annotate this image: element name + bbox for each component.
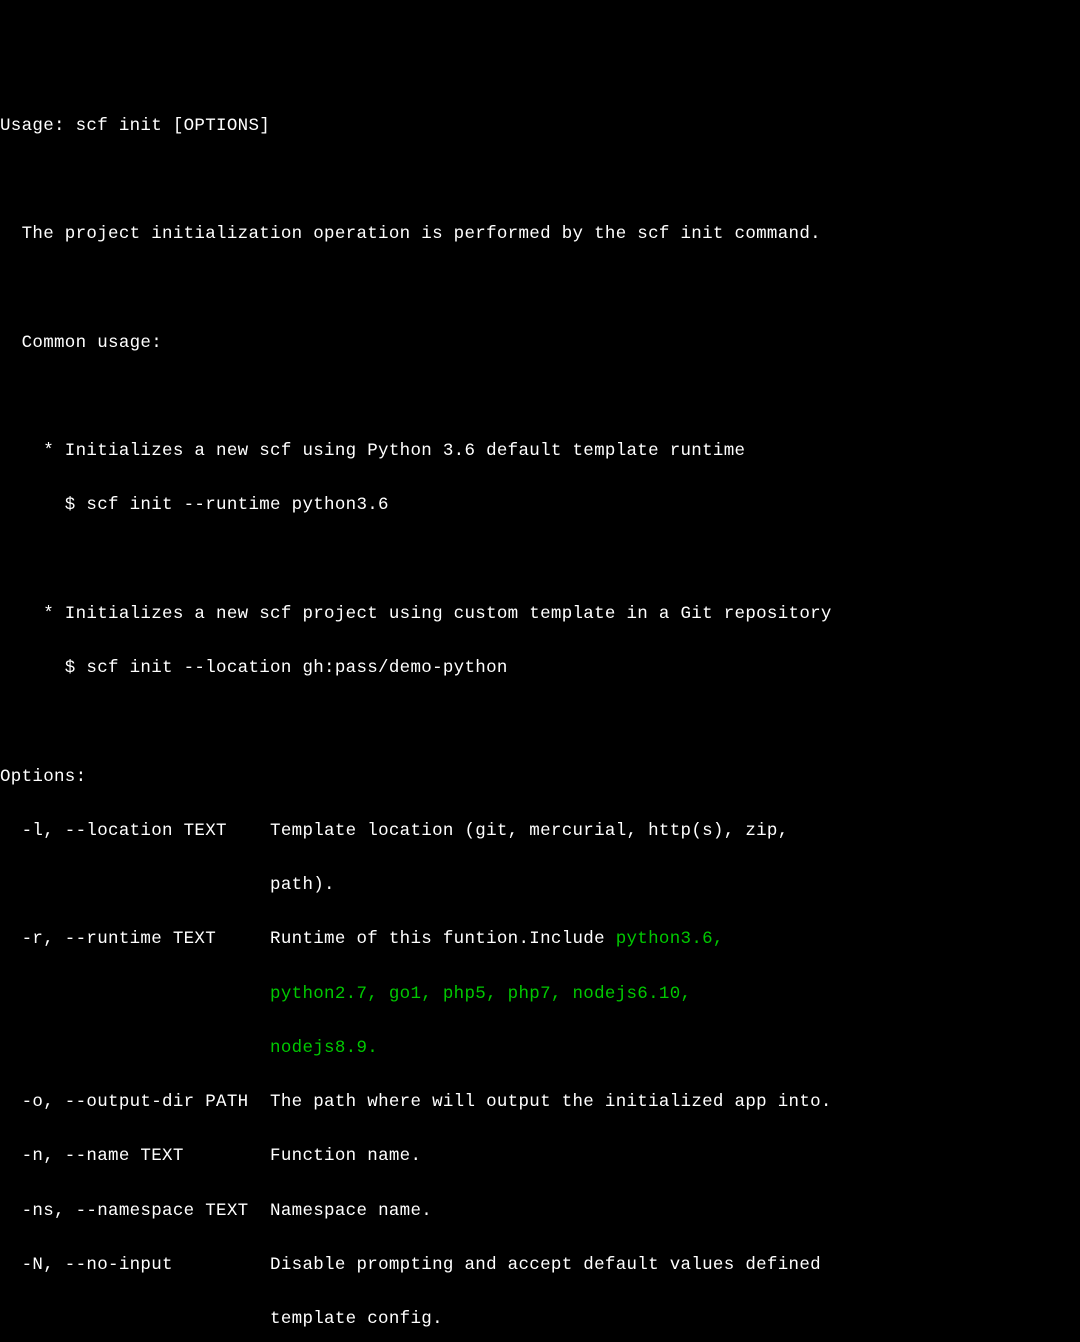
option-location: -l, --location TEXT Template location (g…: [0, 818, 1080, 845]
option-desc: The path where will output the initializ…: [270, 1092, 832, 1112]
options-header: Options:: [0, 764, 1080, 791]
indent: [0, 1038, 270, 1058]
option-runtime-cont1: python2.7, go1, php5, php7, nodejs6.10,: [0, 981, 1080, 1008]
blank-line: [0, 709, 1080, 736]
option-namespace: -ns, --namespace TEXT Namespace name.: [0, 1198, 1080, 1225]
option-desc: Disable prompting and accept default val…: [270, 1255, 821, 1275]
option-flag: -N, --no-input: [0, 1255, 270, 1275]
runtime-value: python3.6,: [616, 929, 724, 949]
option-no-input-cont: template config.: [0, 1306, 1080, 1333]
option-desc: Runtime of this funtion.Include: [270, 929, 616, 949]
option-runtime-cont2: nodejs8.9.: [0, 1035, 1080, 1062]
option-desc: Function name.: [270, 1146, 421, 1166]
indent: [0, 984, 270, 1004]
blank-line: [0, 547, 1080, 574]
option-runtime: -r, --runtime TEXT Runtime of this funti…: [0, 926, 1080, 953]
description-line: The project initialization operation is …: [0, 221, 1080, 248]
example2-desc: * Initializes a new scf project using cu…: [0, 601, 1080, 628]
option-flag: -n, --name TEXT: [0, 1146, 270, 1166]
blank-line: [0, 275, 1080, 302]
example1-desc: * Initializes a new scf using Python 3.6…: [0, 438, 1080, 465]
option-location-cont: path).: [0, 872, 1080, 899]
option-flag: -l, --location TEXT: [0, 821, 270, 841]
blank-line: [0, 384, 1080, 411]
option-flag: -r, --runtime TEXT: [0, 929, 270, 949]
runtime-value: python2.7, go1, php5, php7, nodejs6.10,: [270, 984, 691, 1004]
usage-line: Usage: scf init [OPTIONS]: [0, 113, 1080, 140]
blank-line: [0, 167, 1080, 194]
option-name: -n, --name TEXT Function name.: [0, 1143, 1080, 1170]
option-output-dir: -o, --output-dir PATH The path where wil…: [0, 1089, 1080, 1116]
option-no-input: -N, --no-input Disable prompting and acc…: [0, 1252, 1080, 1279]
example1-cmd: $ scf init --runtime python3.6: [0, 492, 1080, 519]
example2-cmd: $ scf init --location gh:pass/demo-pytho…: [0, 655, 1080, 682]
runtime-value: nodejs8.9.: [270, 1038, 378, 1058]
option-desc: Template location (git, mercurial, http(…: [270, 821, 788, 841]
option-flag: -o, --output-dir PATH: [0, 1092, 270, 1112]
option-flag: -ns, --namespace TEXT: [0, 1201, 270, 1221]
common-usage-header: Common usage:: [0, 330, 1080, 357]
option-desc: Namespace name.: [270, 1201, 432, 1221]
